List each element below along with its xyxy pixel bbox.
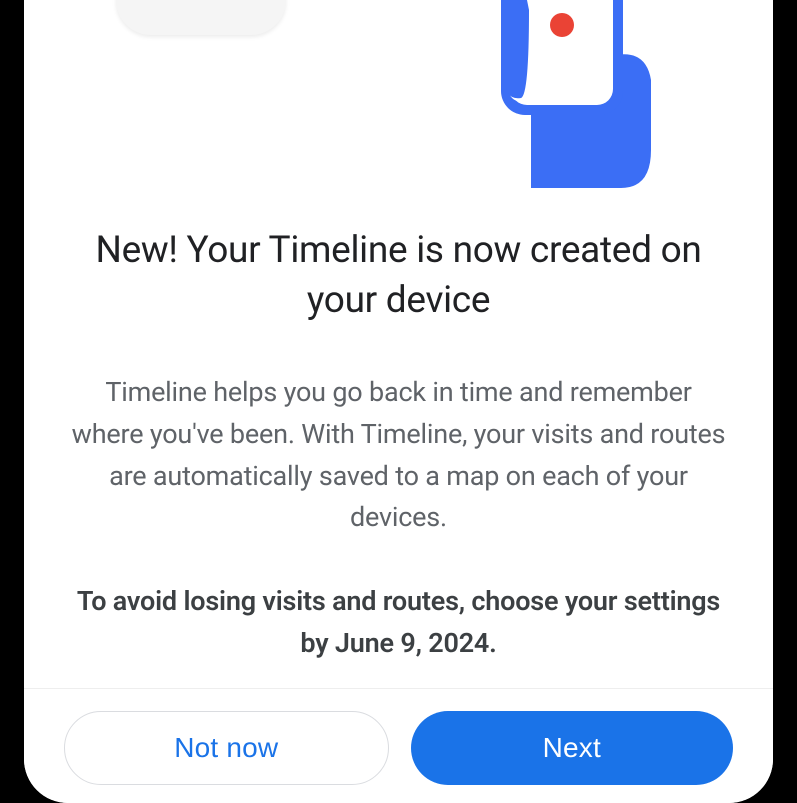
dialog-container: New! Your Timeline is now created on you… — [24, 0, 773, 803]
dialog-body-text: Timeline helps you go back in time and r… — [68, 372, 729, 539]
hand-holding-phone-icon — [471, 0, 691, 188]
illustration-area — [24, 0, 773, 188]
button-bar: Not now Next — [24, 688, 773, 803]
not-now-button[interactable]: Not now — [64, 711, 389, 785]
dialog-warning-text: To avoid losing visits and routes, choos… — [68, 581, 729, 665]
content-area: New! Your Timeline is now created on you… — [24, 188, 773, 688]
next-button[interactable]: Next — [411, 711, 734, 785]
cloud-icon — [116, 0, 286, 35]
dialog-heading: New! Your Timeline is now created on you… — [68, 226, 729, 326]
